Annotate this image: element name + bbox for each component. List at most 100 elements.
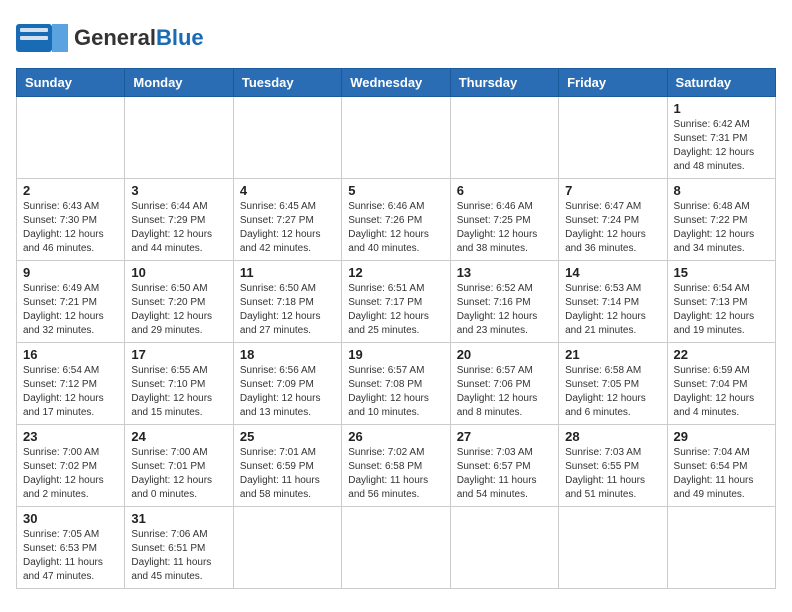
calendar-cell: 29 Sunrise: 7:04 AM Sunset: 6:54 PM Dayli… (667, 425, 775, 507)
calendar-cell: 18 Sunrise: 6:56 AM Sunset: 7:09 PM Dayli… (233, 343, 341, 425)
calendar-cell (17, 97, 125, 179)
day-number: 14 (565, 265, 660, 280)
day-number: 27 (457, 429, 552, 444)
column-header-thursday: Thursday (450, 69, 558, 97)
calendar-cell: 9Sunrise: 6:49 AM Sunset: 7:21 PM Daylig… (17, 261, 125, 343)
calendar-week-row: 23Sunrise: 7:00 AM Sunset: 7:02 PM Dayli… (17, 425, 776, 507)
day-info: Sunrise: 6:51 AM Sunset: 7:17 PM Dayligh… (348, 282, 443, 338)
calendar-cell: 8 Sunrise: 6:48 AM Sunset: 7:22 PM Daylig… (667, 179, 775, 261)
day-number: 12 (348, 265, 443, 280)
day-info: Sunrise: 7:02 AM Sunset: 6:58 PM Dayligh… (348, 446, 443, 502)
calendar-cell: 15 Sunrise: 6:54 AM Sunset: 7:13 PM Dayli… (667, 261, 775, 343)
calendar-week-row: 16 Sunrise: 6:54 AM Sunset: 7:12 PM Dayli… (17, 343, 776, 425)
day-number: 13 (457, 265, 552, 280)
calendar-week-row: 1Sunrise: 6:42 AM Sunset: 7:31 PM Daylig… (17, 97, 776, 179)
calendar-cell: 17 Sunrise: 6:55 AM Sunset: 7:10 PM Dayli… (125, 343, 233, 425)
day-number: 22 (674, 347, 769, 362)
day-number: 18 (240, 347, 335, 362)
calendar-week-row: 2 Sunrise: 6:43 AM Sunset: 7:30 PM Daylig… (17, 179, 776, 261)
day-info: Sunrise: 6:56 AM Sunset: 7:09 PM Dayligh… (240, 364, 335, 420)
calendar-cell: 23Sunrise: 7:00 AM Sunset: 7:02 PM Dayli… (17, 425, 125, 507)
calendar-cell: 7 Sunrise: 6:47 AM Sunset: 7:24 PM Daylig… (559, 179, 667, 261)
day-info: Sunrise: 7:01 AM Sunset: 6:59 PM Dayligh… (240, 446, 335, 502)
day-number: 4 (240, 183, 335, 198)
calendar-cell: 21 Sunrise: 6:58 AM Sunset: 7:05 PM Dayli… (559, 343, 667, 425)
day-number: 28 (565, 429, 660, 444)
day-info: Sunrise: 6:53 AM Sunset: 7:14 PM Dayligh… (565, 282, 660, 338)
day-number: 24 (131, 429, 226, 444)
day-info: Sunrise: 6:52 AM Sunset: 7:16 PM Dayligh… (457, 282, 552, 338)
day-info: Sunrise: 6:54 AM Sunset: 7:13 PM Dayligh… (674, 282, 769, 338)
day-info: Sunrise: 7:00 AM Sunset: 7:01 PM Dayligh… (131, 446, 226, 502)
day-number: 16 (23, 347, 118, 362)
calendar-cell: 31Sunrise: 7:06 AM Sunset: 6:51 PM Dayli… (125, 507, 233, 589)
day-info: Sunrise: 6:58 AM Sunset: 7:05 PM Dayligh… (565, 364, 660, 420)
calendar-cell: 2 Sunrise: 6:43 AM Sunset: 7:30 PM Daylig… (17, 179, 125, 261)
day-info: Sunrise: 6:50 AM Sunset: 7:18 PM Dayligh… (240, 282, 335, 338)
day-info: Sunrise: 6:46 AM Sunset: 7:25 PM Dayligh… (457, 200, 552, 256)
day-number: 19 (348, 347, 443, 362)
day-info: Sunrise: 6:55 AM Sunset: 7:10 PM Dayligh… (131, 364, 226, 420)
day-number: 2 (23, 183, 118, 198)
column-header-wednesday: Wednesday (342, 69, 450, 97)
calendar-week-row: 9Sunrise: 6:49 AM Sunset: 7:21 PM Daylig… (17, 261, 776, 343)
calendar-cell: 1Sunrise: 6:42 AM Sunset: 7:31 PM Daylig… (667, 97, 775, 179)
day-info: Sunrise: 6:46 AM Sunset: 7:26 PM Dayligh… (348, 200, 443, 256)
day-info: Sunrise: 6:47 AM Sunset: 7:24 PM Dayligh… (565, 200, 660, 256)
day-number: 8 (674, 183, 769, 198)
day-number: 15 (674, 265, 769, 280)
day-info: Sunrise: 7:03 AM Sunset: 6:55 PM Dayligh… (565, 446, 660, 502)
day-info: Sunrise: 7:04 AM Sunset: 6:54 PM Dayligh… (674, 446, 769, 502)
day-number: 25 (240, 429, 335, 444)
day-info: Sunrise: 6:48 AM Sunset: 7:22 PM Dayligh… (674, 200, 769, 256)
day-info: Sunrise: 6:57 AM Sunset: 7:06 PM Dayligh… (457, 364, 552, 420)
calendar-header-row: SundayMondayTuesdayWednesdayThursdayFrid… (17, 69, 776, 97)
calendar-week-row: 30Sunrise: 7:05 AM Sunset: 6:53 PM Dayli… (17, 507, 776, 589)
page-header: GeneralBlue (16, 16, 776, 60)
day-number: 21 (565, 347, 660, 362)
calendar-cell (667, 507, 775, 589)
logo: GeneralBlue (16, 16, 204, 60)
calendar-table: SundayMondayTuesdayWednesdayThursdayFrid… (16, 68, 776, 589)
column-header-friday: Friday (559, 69, 667, 97)
calendar-cell (342, 507, 450, 589)
calendar-cell (233, 97, 341, 179)
day-number: 29 (674, 429, 769, 444)
day-number: 31 (131, 511, 226, 526)
calendar-cell: 20 Sunrise: 6:57 AM Sunset: 7:06 PM Dayli… (450, 343, 558, 425)
calendar-cell: 28 Sunrise: 7:03 AM Sunset: 6:55 PM Dayli… (559, 425, 667, 507)
day-number: 3 (131, 183, 226, 198)
calendar-cell: 24 Sunrise: 7:00 AM Sunset: 7:01 PM Dayli… (125, 425, 233, 507)
calendar-cell: 6Sunrise: 6:46 AM Sunset: 7:25 PM Daylig… (450, 179, 558, 261)
calendar-cell (450, 97, 558, 179)
calendar-cell: 5 Sunrise: 6:46 AM Sunset: 7:26 PM Daylig… (342, 179, 450, 261)
day-info: Sunrise: 6:59 AM Sunset: 7:04 PM Dayligh… (674, 364, 769, 420)
column-header-saturday: Saturday (667, 69, 775, 97)
column-header-tuesday: Tuesday (233, 69, 341, 97)
calendar-cell: 3Sunrise: 6:44 AM Sunset: 7:29 PM Daylig… (125, 179, 233, 261)
calendar-cell (559, 97, 667, 179)
calendar-cell: 27 Sunrise: 7:03 AM Sunset: 6:57 PM Dayli… (450, 425, 558, 507)
calendar-cell: 12 Sunrise: 6:51 AM Sunset: 7:17 PM Dayli… (342, 261, 450, 343)
day-number: 30 (23, 511, 118, 526)
day-info: Sunrise: 7:03 AM Sunset: 6:57 PM Dayligh… (457, 446, 552, 502)
day-info: Sunrise: 6:43 AM Sunset: 7:30 PM Dayligh… (23, 200, 118, 256)
day-number: 10 (131, 265, 226, 280)
calendar-cell: 22 Sunrise: 6:59 AM Sunset: 7:04 PM Dayli… (667, 343, 775, 425)
logo-icon (16, 16, 68, 60)
calendar-cell (450, 507, 558, 589)
day-number: 17 (131, 347, 226, 362)
day-info: Sunrise: 6:54 AM Sunset: 7:12 PM Dayligh… (23, 364, 118, 420)
day-number: 1 (674, 101, 769, 116)
day-number: 5 (348, 183, 443, 198)
day-number: 20 (457, 347, 552, 362)
day-number: 11 (240, 265, 335, 280)
column-header-monday: Monday (125, 69, 233, 97)
calendar-cell: 14 Sunrise: 6:53 AM Sunset: 7:14 PM Dayli… (559, 261, 667, 343)
day-number: 7 (565, 183, 660, 198)
calendar-cell: 4Sunrise: 6:45 AM Sunset: 7:27 PM Daylig… (233, 179, 341, 261)
calendar-cell: 19Sunrise: 6:57 AM Sunset: 7:08 PM Dayli… (342, 343, 450, 425)
logo-text: GeneralBlue (74, 25, 204, 51)
calendar-cell: 30Sunrise: 7:05 AM Sunset: 6:53 PM Dayli… (17, 507, 125, 589)
calendar-cell: 13 Sunrise: 6:52 AM Sunset: 7:16 PM Dayli… (450, 261, 558, 343)
